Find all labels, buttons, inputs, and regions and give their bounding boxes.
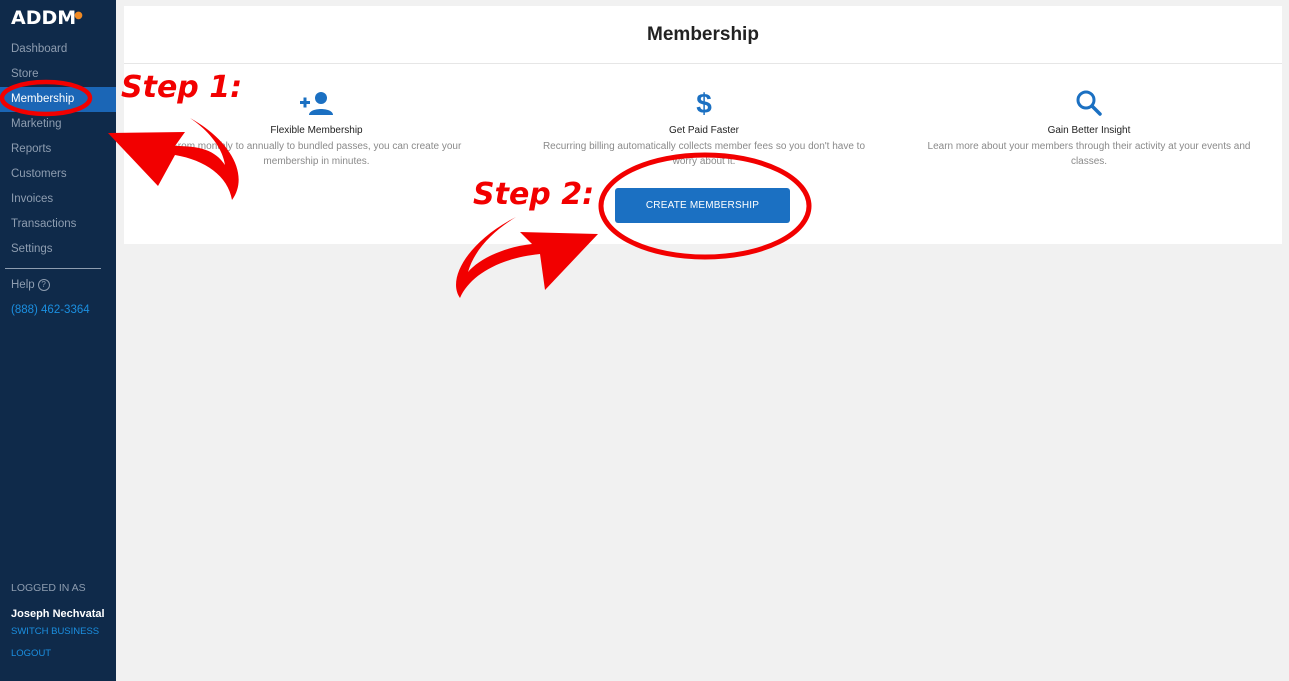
logout-link[interactable]: LOGOUT bbox=[11, 648, 51, 659]
sidebar-item-marketing[interactable]: Marketing bbox=[0, 112, 116, 137]
membership-card: Membership Flexible Membership From mont… bbox=[124, 6, 1282, 244]
user-name: Joseph Nechvatal bbox=[11, 608, 105, 620]
sidebar: ADDM● Dashboard Store Membership Marketi… bbox=[0, 0, 116, 681]
page-title: Membership bbox=[124, 6, 1282, 64]
step2-label: Step 2: bbox=[473, 177, 595, 212]
sidebar-item-settings[interactable]: Settings bbox=[0, 237, 116, 262]
help-link[interactable]: Help ? bbox=[11, 279, 50, 291]
sidebar-nav: Dashboard Store Membership Marketing Rep… bbox=[0, 37, 116, 262]
question-circle-icon: ? bbox=[37, 279, 50, 291]
sidebar-divider bbox=[5, 268, 101, 269]
feature-title: Flexible Membership bbox=[270, 125, 363, 136]
feature-description: Recurring billing automatically collects… bbox=[542, 141, 866, 167]
search-icon bbox=[924, 86, 1254, 120]
feature-gain-better-insight: Gain Better Insight Learn more about you… bbox=[924, 86, 1254, 169]
sidebar-item-transactions[interactable]: Transactions bbox=[0, 212, 116, 237]
feature-description: From monthly to annually to bundled pass… bbox=[171, 141, 462, 167]
dollar-icon: $ bbox=[539, 86, 869, 120]
sidebar-item-invoices[interactable]: Invoices bbox=[0, 187, 116, 212]
feature-title: Gain Better Insight bbox=[1047, 125, 1131, 136]
step1-label: Step 1: bbox=[121, 70, 243, 105]
switch-business-link[interactable]: SWITCH BUSINESS bbox=[11, 626, 99, 637]
sidebar-item-customers[interactable]: Customers bbox=[0, 162, 116, 187]
feature-get-paid-faster: $ Get Paid Faster Recurring billing auto… bbox=[539, 86, 869, 169]
feature-title: Get Paid Faster bbox=[668, 125, 740, 136]
create-membership-button[interactable]: CREATE MEMBERSHIP bbox=[615, 188, 790, 223]
sidebar-item-dashboard[interactable]: Dashboard bbox=[0, 37, 116, 62]
sidebar-item-store[interactable]: Store bbox=[0, 62, 116, 87]
logged-in-label: LOGGED IN AS bbox=[11, 582, 86, 594]
app-logo[interactable]: ADDM● bbox=[11, 7, 83, 29]
svg-text:$: $ bbox=[696, 88, 712, 118]
feature-description: Learn more about your members through th… bbox=[927, 141, 1251, 167]
support-phone-link[interactable]: (888) 462-3364 bbox=[11, 304, 90, 316]
help-label: Help bbox=[11, 279, 35, 291]
sidebar-item-membership[interactable]: Membership bbox=[0, 87, 116, 112]
sidebar-item-reports[interactable]: Reports bbox=[0, 137, 116, 162]
